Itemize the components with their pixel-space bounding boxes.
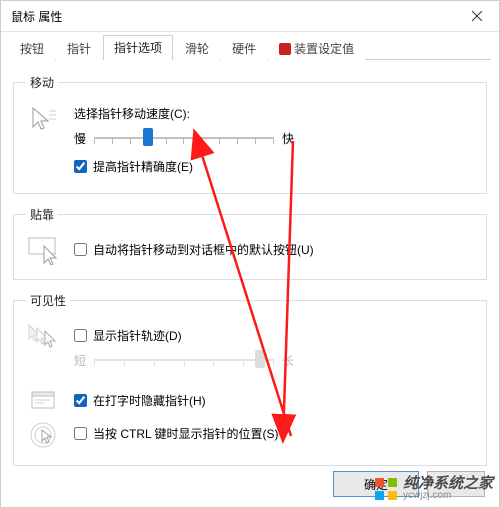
locate-pointer-icon — [29, 421, 59, 451]
tab-buttons[interactable]: 按钮 — [9, 36, 55, 60]
show-location-ctrl-checkbox[interactable]: 当按 CTRL 键时显示指针的位置(S) — [74, 425, 474, 442]
tab-wheel[interactable]: 滑轮 — [174, 36, 220, 60]
enhance-precision-checkbox[interactable]: 提高指针精确度(E) — [74, 158, 474, 175]
tab-device-settings[interactable]: 装置设定值 — [268, 36, 365, 60]
group-snap-legend: 贴靠 — [26, 206, 58, 223]
tabs: 按钮 指针 指针选项 滑轮 硬件 装置设定值 — [9, 38, 491, 60]
group-motion: 移动 选择指针移动速度(C): 慢 — [13, 74, 487, 194]
snap-to-default-label: 自动将指针移动到对话框中的默认按钮(U) — [93, 241, 314, 258]
tab-label: 指针选项 — [114, 41, 162, 55]
ok-button[interactable]: 确定 — [333, 471, 419, 497]
snap-icon — [28, 237, 60, 265]
hide-while-typing-checkbox[interactable]: 在打字时隐藏指针(H) — [74, 392, 474, 409]
snap-to-default-checkbox[interactable]: 自动将指针移动到对话框中的默认按钮(U) — [74, 241, 474, 258]
trail-long-label: 长 — [282, 352, 294, 369]
dialog-button-row: 确定 — [333, 471, 485, 497]
show-trails-checkbox[interactable]: 显示指针轨迹(D) — [74, 327, 474, 344]
pointer-speed-icon — [29, 105, 59, 135]
tab-panel-pointer-options: 移动 选择指针移动速度(C): 慢 — [1, 60, 499, 466]
mouse-properties-window: 鼠标 属性 按钮 指针 指针选项 滑轮 硬件 装置设定值 移动 — [0, 0, 500, 508]
enhance-precision-label: 提高指针精确度(E) — [93, 158, 193, 175]
group-visibility: 可见性 显示指针轨迹(D) — [13, 292, 487, 466]
group-snap: 贴靠 自动将指针移动到对话框中的默认按钮(U) — [13, 206, 487, 280]
speed-slow-label: 慢 — [74, 130, 86, 147]
ok-button-label: 确定 — [364, 476, 388, 493]
tab-pointers[interactable]: 指针 — [56, 36, 102, 60]
tab-label: 装置设定值 — [294, 42, 354, 56]
speed-slider[interactable] — [94, 128, 274, 148]
hide-pointer-icon — [30, 388, 58, 412]
close-icon — [472, 11, 482, 21]
speed-label: 选择指针移动速度(C): — [74, 105, 474, 122]
speed-fast-label: 快 — [282, 130, 294, 147]
group-visibility-legend: 可见性 — [26, 292, 70, 309]
tab-label: 按钮 — [20, 42, 44, 56]
titlebar: 鼠标 属性 — [1, 1, 499, 32]
trail-length-slider — [94, 350, 274, 370]
group-motion-legend: 移动 — [26, 74, 58, 91]
tab-label: 滑轮 — [185, 42, 209, 56]
trail-short-label: 短 — [74, 352, 86, 369]
tab-label: 硬件 — [232, 42, 256, 56]
tab-pointer-options[interactable]: 指针选项 — [103, 35, 173, 60]
show-location-ctrl-label: 当按 CTRL 键时显示指针的位置(S) — [93, 425, 279, 442]
pointer-trail-icon — [27, 323, 61, 349]
window-title: 鼠标 属性 — [11, 8, 62, 25]
cancel-button-cut[interactable] — [427, 471, 485, 497]
show-trails-label: 显示指针轨迹(D) — [93, 327, 182, 344]
tab-label: 指针 — [67, 42, 91, 56]
tab-hardware[interactable]: 硬件 — [221, 36, 267, 60]
close-button[interactable] — [454, 1, 499, 31]
tabs-area: 按钮 指针 指针选项 滑轮 硬件 装置设定值 — [1, 32, 499, 60]
synaptics-icon — [279, 43, 291, 55]
hide-while-typing-label: 在打字时隐藏指针(H) — [93, 392, 206, 409]
